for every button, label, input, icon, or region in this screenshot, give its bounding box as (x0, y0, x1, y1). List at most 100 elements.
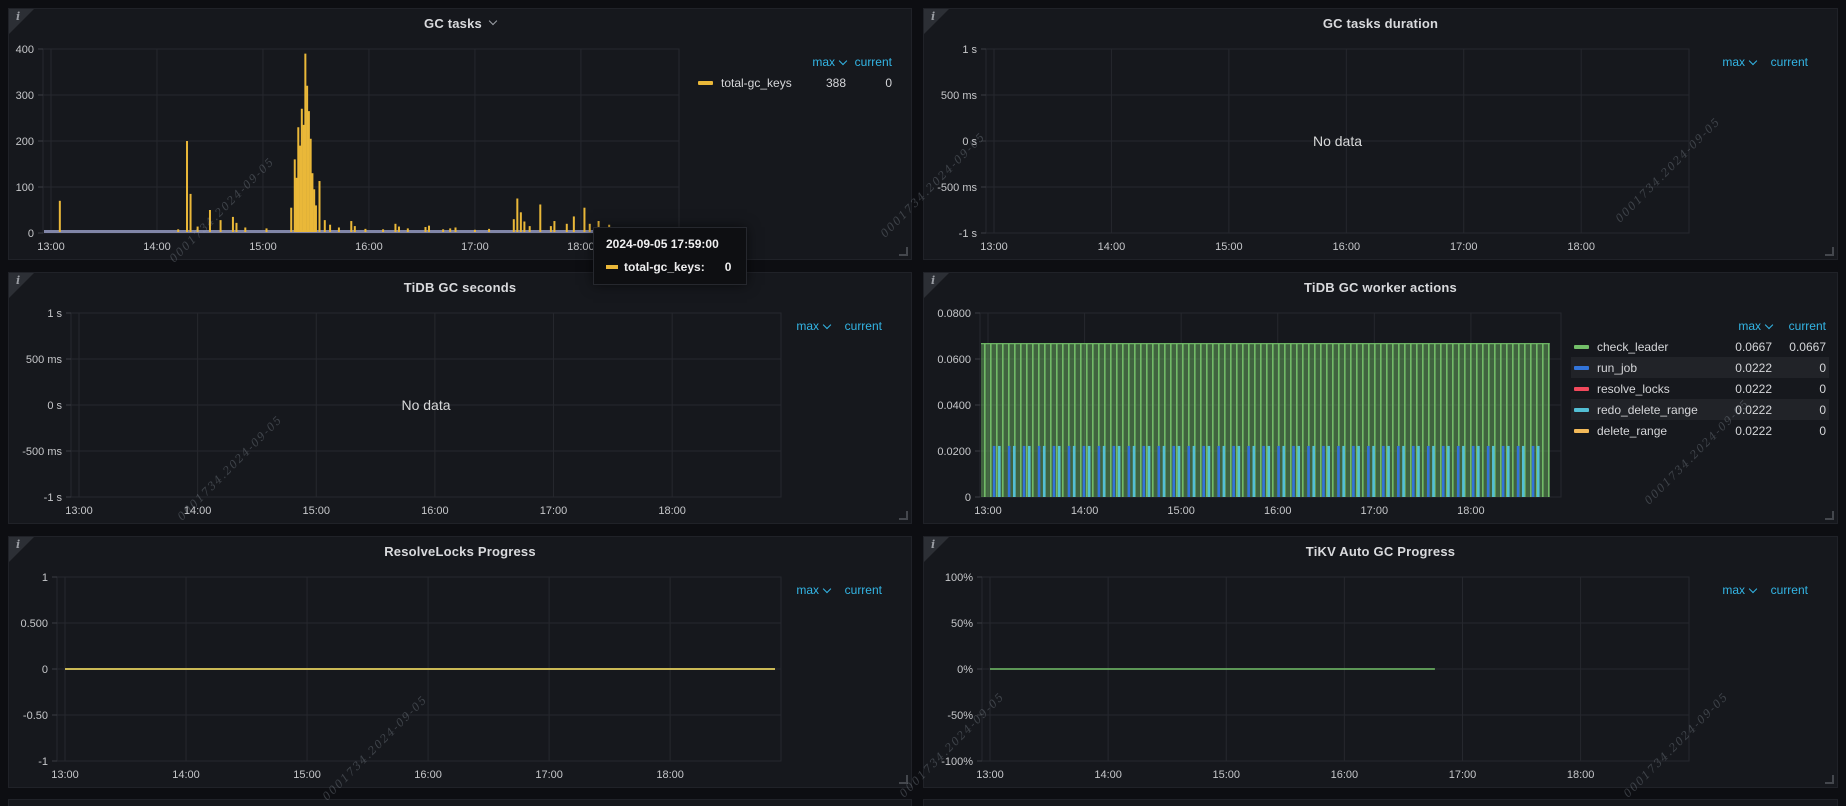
y-tick-label: 0 (965, 492, 971, 504)
legend-sort-current[interactable]: current (1756, 583, 1808, 597)
panel-title: TiDB GC seconds (403, 279, 517, 295)
y-tick-label: 300 (16, 90, 34, 102)
tooltip-series-swatch (606, 265, 618, 269)
x-tick-label: 14:00 (1071, 505, 1099, 517)
x-tick-label: 15:00 (293, 769, 321, 781)
x-tick-label: 18:00 (1567, 241, 1595, 253)
panel-title-menu[interactable]: TiDB GC worker actions (924, 273, 1837, 301)
legend-sort-current[interactable]: current (1772, 319, 1826, 333)
x-tick-label: 18:00 (1457, 505, 1485, 517)
plot-area: -1 s -500 ms 0 s 500 ms 1 s 13:00 14:00 15:00 16… (937, 44, 1690, 253)
y-tick-label: -500 ms (937, 182, 977, 194)
legend-row: delete_range 0.0222 0 (1571, 420, 1829, 441)
grafana-dashboard: i GC tasks 0 100 200 300 400 13:00 14:00 15:00 1… (0, 0, 1846, 806)
legend-sort-max[interactable]: max (1700, 55, 1758, 69)
series-name[interactable]: delete_range (1597, 424, 1667, 438)
legend-sort-max[interactable]: max (774, 319, 832, 333)
panel-resize-handle[interactable] (899, 775, 908, 784)
panel-resize-handle[interactable] (1825, 247, 1834, 256)
x-tick-label: 13:00 (976, 769, 1004, 781)
series-name[interactable]: resolve_locks (1597, 382, 1670, 396)
legend-sort-current[interactable]: current (1756, 55, 1808, 69)
panel-title-menu[interactable]: ResolveLocks Progress (9, 537, 911, 565)
series-name[interactable]: check_leader (1597, 340, 1668, 354)
x-tick-label: 16:00 (1264, 505, 1292, 517)
legend-sort-current[interactable]: current (830, 319, 882, 333)
legend-tidb-gc-worker-actions: max current check_leader 0.0667 0.0667 run_jo… (1571, 315, 1829, 441)
series-name[interactable]: redo_delete_range (1597, 403, 1698, 417)
panel-resize-handle[interactable] (899, 511, 908, 520)
series-current-value: 0.0667 (1789, 339, 1826, 354)
legend-tidb-gc-seconds: max current (767, 315, 885, 336)
series-swatch-icon (1574, 428, 1589, 433)
chart-gc-tasks-duration[interactable]: -1 s -500 ms 0 s 500 ms 1 s 13:00 14:00 15:00 16… (924, 9, 1837, 259)
x-tick-label: 13:00 (51, 769, 79, 781)
y-tick-label: -100% (941, 756, 973, 768)
x-tick-label: 18:00 (1567, 769, 1595, 781)
y-tick-label: -50% (947, 710, 973, 722)
panel-resolvelocks-progress: i ResolveLocks Progress -1 -0.50 0 0.500 1 13… (8, 536, 912, 788)
chart-gc-tasks[interactable]: 0 100 200 300 400 13:00 14:00 15:00 16:00 17:00 18… (9, 9, 911, 259)
panel-title-menu[interactable]: GC tasks duration (924, 9, 1837, 37)
legend-row: check_leader 0.0667 0.0667 (1571, 336, 1829, 357)
y-tick-label: 100 (16, 182, 34, 194)
x-tick-label: 17:00 (540, 505, 568, 517)
y-tick-label: 1 s (47, 308, 62, 320)
panel-tidb-gc-worker-actions: i TiDB GC worker actions 0 0.0200 0.0400 0.… (923, 272, 1838, 524)
x-tick-label: 14:00 (1098, 241, 1126, 253)
series-max-value: 0.0222 (1735, 381, 1772, 396)
x-tick-label: 15:00 (1167, 505, 1195, 517)
x-tick-label: 16:00 (1333, 241, 1361, 253)
legend-header: max current (1571, 315, 1829, 336)
chart-resolvelocks-progress[interactable]: -1 -0.50 0 0.500 1 13:00 14:00 15:00 16:00 17:00 1… (9, 537, 911, 787)
x-tick-label: 14:00 (184, 505, 212, 517)
series-name[interactable]: run_job (1597, 361, 1637, 375)
legend-sort-max[interactable]: max (1708, 319, 1774, 333)
legend-header: max current (695, 51, 895, 72)
y-tick-label: 0.0200 (937, 446, 971, 458)
plot-area: 0 100 200 300 400 13:00 14:00 15:00 16:00 17:00 18… (16, 44, 680, 253)
legend-header: max current (1693, 579, 1811, 600)
plot-area: -100% -50% 0% 50% 100% 13:00 14:00 15:00 16:00 17… (941, 572, 1690, 781)
series-name[interactable]: total-gc_keys (721, 76, 792, 90)
panel-title-menu[interactable]: TiDB GC seconds (9, 273, 911, 301)
next-row-panel-edge (8, 799, 912, 806)
panel-title-menu[interactable]: GC tasks (9, 9, 911, 37)
y-tick-label: -0.50 (23, 710, 48, 722)
y-tick-label: 0 s (47, 400, 62, 412)
chart-tidb-gc-seconds[interactable]: -1 s -500 ms 0 s 500 ms 1 s 13:00 14:00 15:00 16… (9, 273, 911, 523)
x-tick-label: 16:00 (1331, 769, 1359, 781)
x-tick-label: 16:00 (421, 505, 449, 517)
y-tick-label: 0.0400 (937, 400, 971, 412)
series-current-value: 0 (1819, 381, 1826, 396)
x-tick-label: 18:00 (567, 241, 595, 253)
legend-header: max current (1693, 51, 1811, 72)
x-tick-label: 13:00 (37, 241, 65, 253)
x-tick-label: 15:00 (249, 241, 277, 253)
y-tick-label: 0 (42, 664, 48, 676)
x-tick-label: 16:00 (414, 769, 442, 781)
series-swatch-icon (1574, 407, 1589, 412)
panel-title: TiDB GC worker actions (1304, 279, 1457, 295)
y-tick-label: 1 (42, 572, 48, 584)
y-tick-label: -500 ms (22, 446, 62, 458)
panel-resize-handle[interactable] (1825, 775, 1834, 784)
legend-sort-max[interactable]: max (774, 583, 832, 597)
legend-sort-max[interactable]: max (792, 55, 848, 69)
x-tick-label: 13:00 (65, 505, 93, 517)
legend-sort-max[interactable]: max (1700, 583, 1758, 597)
x-tick-label: 13:00 (980, 241, 1008, 253)
panel-resize-handle[interactable] (1825, 511, 1834, 520)
panel-title: GC tasks (424, 15, 482, 31)
x-tick-label: 17:00 (1450, 241, 1478, 253)
series-max-value: 0.0667 (1735, 339, 1772, 354)
panel-tikv-auto-gc-progress: i TiKV Auto GC Progress -100% -50% 0% 50% 10… (923, 536, 1838, 788)
panel-title-menu[interactable]: TiKV Auto GC Progress (924, 537, 1837, 565)
legend-sort-current[interactable]: current (846, 55, 892, 69)
x-tick-label: 14:00 (172, 769, 200, 781)
panel-resize-handle[interactable] (899, 247, 908, 256)
chart-tikv-auto-gc-progress[interactable]: -100% -50% 0% 50% 100% 13:00 14:00 15:00 16:00 17… (924, 537, 1837, 787)
panel-gc-tasks: i GC tasks 0 100 200 300 400 13:00 14:00 15:00 1… (8, 8, 912, 260)
legend-sort-current[interactable]: current (830, 583, 882, 597)
x-tick-label: 17:00 (1361, 505, 1389, 517)
